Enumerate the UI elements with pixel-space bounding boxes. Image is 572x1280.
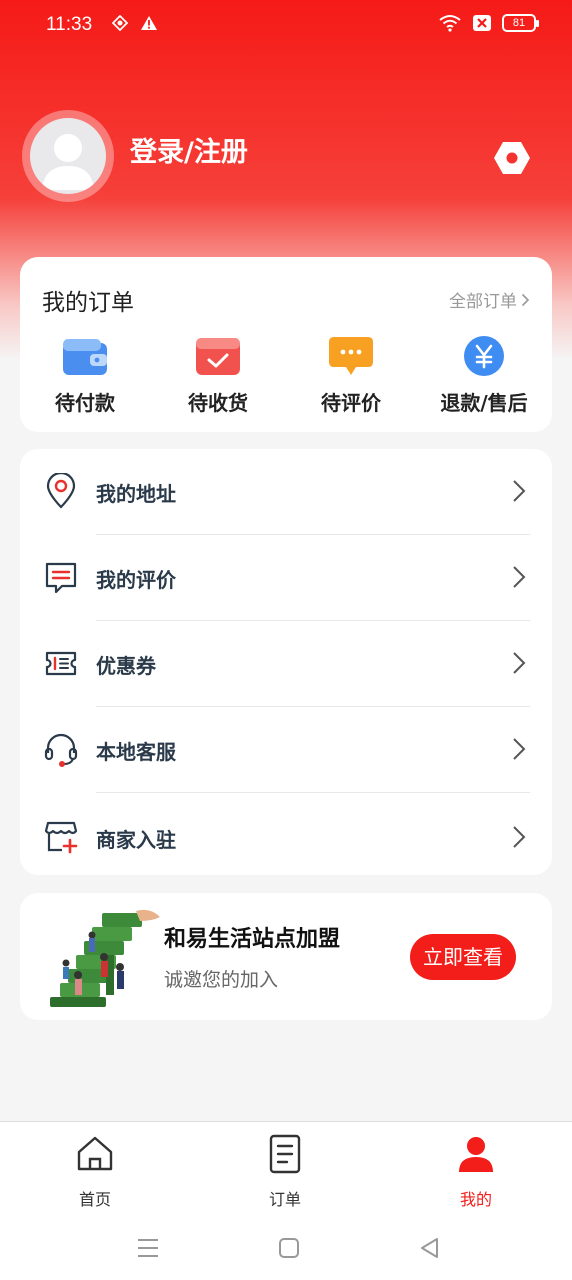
menu-item-merchant-join[interactable]: 商家入驻 (20, 795, 552, 881)
settings-hexagon-icon (494, 142, 530, 174)
promo-title: 和易生活站点加盟 (164, 927, 341, 952)
all-orders-link[interactable]: 全部订单 (449, 287, 530, 312)
order-refund-aftersale[interactable]: 退款/售后 (419, 335, 549, 416)
chevron-right-icon (513, 826, 526, 848)
user-profile-icon (459, 1137, 493, 1172)
refund-yen-icon (464, 336, 504, 376)
menu-item-label: 本地客服 (96, 740, 176, 764)
order-item-label: 待收货 (188, 391, 248, 415)
settings-button[interactable] (492, 138, 532, 178)
chevron-right-icon (513, 652, 526, 674)
battery-indicator: 81 (502, 14, 539, 32)
menu-item-address[interactable]: 我的地址 (20, 449, 552, 535)
menu-item-customer-service[interactable]: 本地客服 (20, 707, 552, 793)
tab-mine[interactable]: 我的 (436, 1134, 516, 1210)
status-time: 11:33 (46, 14, 93, 35)
order-pending-payment[interactable]: 待付款 (20, 335, 150, 416)
chevron-right-icon (513, 566, 526, 588)
menu-item-reviews[interactable]: 我的评价 (20, 535, 552, 621)
home-square-icon[interactable] (276, 1235, 302, 1261)
default-user-icon (42, 134, 94, 190)
orders-title: 我的订单 (42, 290, 134, 316)
avatar[interactable] (30, 118, 106, 194)
tab-home[interactable]: 首页 (55, 1134, 135, 1210)
franchise-promo-banner[interactable]: 和易生活站点加盟 诚邀您的加入 立即查看 (20, 893, 552, 1020)
divider (96, 792, 530, 793)
order-document-icon (269, 1134, 301, 1174)
order-pending-receipt[interactable]: 待收货 (153, 335, 283, 416)
store-add-icon (44, 821, 78, 854)
sim-blocked-icon (473, 15, 491, 31)
chevron-right-icon (521, 293, 530, 306)
package-icon (196, 338, 240, 375)
menu-lines-icon[interactable] (135, 1235, 161, 1261)
review-message-icon (45, 562, 77, 594)
menu-item-coupons[interactable]: 优惠券 (20, 621, 552, 707)
back-triangle-icon[interactable] (417, 1235, 443, 1261)
my-orders-card: 我的订单 全部订单 待付款 待收货 待评价 退款/售后 (20, 257, 552, 432)
warning-icon (141, 16, 157, 30)
tab-label: 我的 (459, 1190, 492, 1209)
wifi-icon (439, 15, 461, 32)
chevron-right-icon (513, 738, 526, 760)
system-navigation-bar (0, 1217, 572, 1280)
menu-item-label: 我的评价 (96, 568, 176, 592)
order-pending-review[interactable]: 待评价 (286, 335, 416, 416)
location-pin-icon (46, 473, 76, 509)
chevron-right-icon (513, 480, 526, 502)
order-item-label: 退款/售后 (440, 391, 528, 415)
login-register-link[interactable]: 登录/注册 (130, 130, 248, 169)
wallet-icon (63, 339, 107, 375)
menu-list-card: 我的地址 我的评价 优惠券 本地客服 商家入驻 (20, 449, 552, 875)
status-bar: 11:33 81 (0, 0, 572, 52)
all-orders-label: 全部订单 (449, 292, 517, 312)
money-stairs-illustration (50, 909, 160, 1007)
tab-orders[interactable]: 订单 (245, 1134, 325, 1210)
headset-icon (44, 733, 78, 767)
menu-item-label: 商家入驻 (96, 828, 176, 852)
comment-icon (329, 337, 373, 375)
bottom-tab-bar: 首页 订单 我的 (0, 1121, 572, 1217)
view-now-button[interactable]: 立即查看 (410, 934, 516, 980)
coupon-icon (45, 651, 77, 676)
tab-label: 订单 (268, 1190, 301, 1209)
order-item-label: 待评价 (321, 391, 381, 415)
promo-subtitle: 诚邀您的加入 (164, 969, 279, 991)
tab-label: 首页 (78, 1190, 111, 1209)
location-service-icon (112, 15, 128, 31)
menu-item-label: 我的地址 (96, 482, 176, 506)
menu-item-label: 优惠券 (96, 654, 156, 678)
home-icon (77, 1136, 113, 1171)
order-item-label: 待付款 (55, 391, 115, 415)
